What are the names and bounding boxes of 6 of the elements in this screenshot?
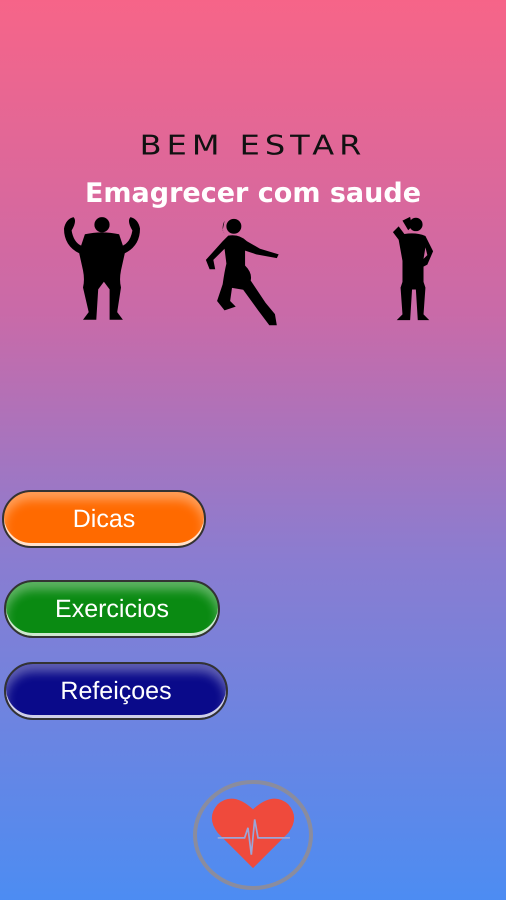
app-title: BEM ESTAR [138,128,368,162]
app-subtitle: Emagrecer com saude [84,178,422,209]
menu-button[interactable]: Refeiçoes [4,662,228,720]
menu-button[interactable]: Dicas [2,490,206,548]
heart-button[interactable] [193,780,313,890]
menu-button[interactable]: Exercicios [4,580,220,638]
